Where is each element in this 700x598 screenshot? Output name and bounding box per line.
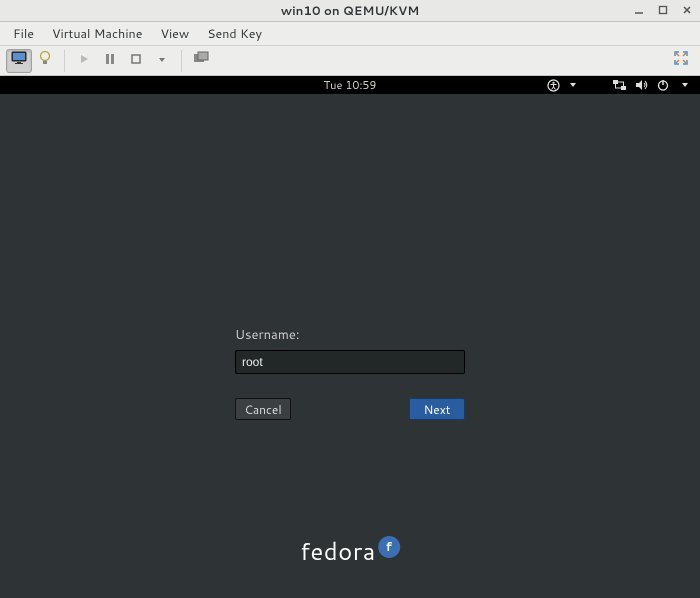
stop-icon <box>130 52 142 70</box>
power-icon[interactable] <box>656 78 670 92</box>
lightbulb-icon <box>38 50 52 71</box>
details-view-button[interactable] <box>32 49 58 73</box>
volume-icon[interactable] <box>634 78 648 92</box>
cancel-button[interactable]: Cancel <box>235 398 291 420</box>
gnome-top-bar: Tue 10:59 <box>0 76 700 94</box>
toolbar-separator <box>64 50 65 72</box>
chevron-down-icon <box>157 52 167 70</box>
chevron-down-icon <box>566 78 580 92</box>
window-minimize-button[interactable] <box>632 3 646 17</box>
username-label: Username: <box>235 326 465 344</box>
window-close-button[interactable] <box>680 3 694 17</box>
pause-button[interactable] <box>97 49 123 73</box>
brand-text: fedora <box>300 534 376 568</box>
shutdown-button[interactable] <box>123 49 149 73</box>
menu-view[interactable]: View <box>151 22 198 46</box>
menu-virtual-machine[interactable]: Virtual Machine <box>43 22 151 46</box>
username-input[interactable] <box>242 355 458 369</box>
guest-display[interactable]: Tue 10:59 Username: <box>0 76 700 598</box>
menu-send-key[interactable]: Send Key <box>198 22 271 46</box>
network-icon[interactable] <box>612 78 626 92</box>
username-input-wrap[interactable] <box>235 350 465 374</box>
toolbar <box>0 46 700 76</box>
fedora-logo-icon <box>378 536 400 558</box>
play-icon <box>78 52 90 70</box>
monitor-icon <box>11 51 27 70</box>
chevron-down-icon <box>678 78 692 92</box>
fullscreen-button[interactable] <box>668 49 694 73</box>
login-panel: Username: Cancel Next <box>235 326 465 420</box>
menu-file[interactable]: File <box>4 22 43 46</box>
distro-brand: fedora <box>300 534 400 568</box>
shutdown-menu-button[interactable] <box>149 49 175 73</box>
pause-icon <box>105 52 115 70</box>
toolbar-separator <box>181 50 182 72</box>
accessibility-icon[interactable] <box>546 78 560 92</box>
fullscreen-icon <box>673 50 689 71</box>
menubar: File Virtual Machine View Send Key <box>0 22 700 46</box>
screens-icon <box>193 51 209 70</box>
window-title: win10 on QEMU/KVM <box>281 2 419 19</box>
console-view-button[interactable] <box>6 49 32 73</box>
snapshots-button[interactable] <box>188 49 214 73</box>
next-button[interactable]: Next <box>409 398 465 420</box>
window-maximize-button[interactable] <box>656 3 670 17</box>
window-titlebar: win10 on QEMU/KVM <box>0 0 700 22</box>
run-button[interactable] <box>71 49 97 73</box>
clock[interactable]: Tue 10:59 <box>324 77 377 93</box>
